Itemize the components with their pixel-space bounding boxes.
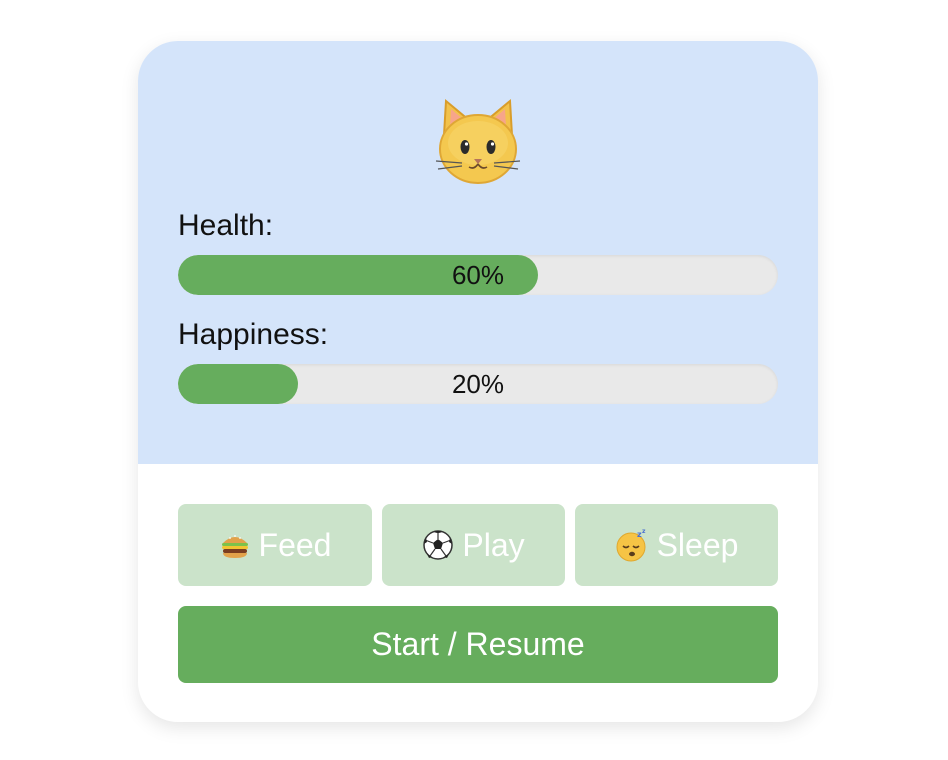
play-button-label: Play xyxy=(462,526,525,563)
hamburger-icon xyxy=(219,529,251,561)
health-label: Health: xyxy=(178,209,274,242)
happiness-bar: 20% xyxy=(178,364,778,404)
feed-button-label: Feed xyxy=(258,526,332,563)
sleep-button[interactable]: z z Sleep xyxy=(575,504,778,586)
health-bar-value: 60% xyxy=(451,260,505,290)
soccer-ball-icon xyxy=(422,529,454,561)
health-bar: 60% xyxy=(178,255,778,295)
happiness-label: Happiness: xyxy=(178,318,329,351)
pet-game-card: Health: 60% Happiness: 20% Feed Play z z… xyxy=(138,41,818,722)
start-resume-button[interactable]: Start / Resume xyxy=(178,606,778,683)
pet-avatar xyxy=(138,93,818,189)
pet-status-panel: Health: 60% Happiness: 20% xyxy=(138,41,818,464)
happiness-bar-value: 20% xyxy=(451,369,505,399)
feed-button[interactable]: Feed xyxy=(178,504,372,586)
svg-text:z: z xyxy=(642,528,646,535)
sleeping-face-icon: z z xyxy=(615,528,649,562)
play-button[interactable]: Play xyxy=(382,504,565,586)
cat-face-icon xyxy=(435,98,521,184)
sleep-button-label: Sleep xyxy=(656,526,739,563)
